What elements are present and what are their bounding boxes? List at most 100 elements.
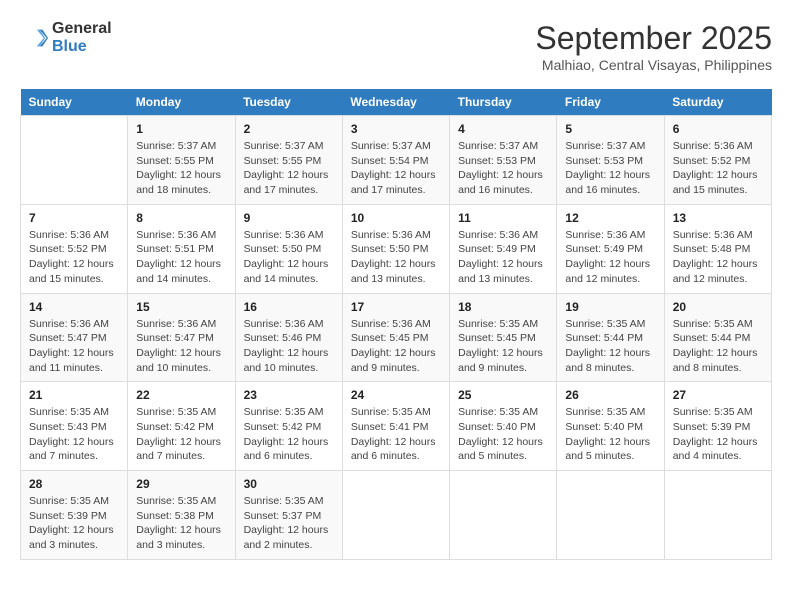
day-number: 1 bbox=[136, 122, 226, 136]
day-cell: 4 Sunrise: 5:37 AM Sunset: 5:53 PM Daylig… bbox=[450, 116, 557, 205]
day-info: Sunrise: 5:35 AM Sunset: 5:39 PM Dayligh… bbox=[673, 405, 763, 464]
day-info: Sunrise: 5:35 AM Sunset: 5:45 PM Dayligh… bbox=[458, 317, 548, 376]
day-number: 17 bbox=[351, 300, 441, 314]
day-cell: 19 Sunrise: 5:35 AM Sunset: 5:44 PM Dayli… bbox=[557, 293, 664, 382]
day-number: 5 bbox=[565, 122, 655, 136]
day-cell: 3 Sunrise: 5:37 AM Sunset: 5:54 PM Daylig… bbox=[342, 116, 449, 205]
day-cell: 21Sunrise: 5:35 AM Sunset: 5:43 PM Dayli… bbox=[21, 382, 128, 471]
logo: General Blue bbox=[20, 20, 112, 56]
day-number: 29 bbox=[136, 477, 226, 491]
day-number: 3 bbox=[351, 122, 441, 136]
day-info: Sunrise: 5:36 AM Sunset: 5:48 PM Dayligh… bbox=[673, 228, 763, 287]
week-row-3: 14 Sunrise: 5:36 AM Sunset: 5:47 PM Dayli… bbox=[21, 293, 772, 382]
day-cell: 16 Sunrise: 5:36 AM Sunset: 5:46 PM Dayli… bbox=[235, 293, 342, 382]
day-number: 30 bbox=[244, 477, 334, 491]
day-cell bbox=[664, 471, 771, 560]
day-cell: 1Sunrise: 5:37 AM Sunset: 5:55 PM Daylig… bbox=[128, 116, 235, 205]
day-cell: 29 Sunrise: 5:35 AM Sunset: 5:38 PM Dayli… bbox=[128, 471, 235, 560]
day-number: 8 bbox=[136, 211, 226, 225]
weekday-header-saturday: Saturday bbox=[664, 89, 771, 116]
day-number: 7 bbox=[29, 211, 119, 225]
day-info: Sunrise: 5:36 AM Sunset: 5:52 PM Dayligh… bbox=[29, 228, 119, 287]
calendar-table: SundayMondayTuesdayWednesdayThursdayFrid… bbox=[20, 89, 772, 560]
day-info: Sunrise: 5:35 AM Sunset: 5:44 PM Dayligh… bbox=[673, 317, 763, 376]
day-cell bbox=[342, 471, 449, 560]
location-subtitle: Malhiao, Central Visayas, Philippines bbox=[535, 57, 772, 73]
day-cell: 17 Sunrise: 5:36 AM Sunset: 5:45 PM Dayli… bbox=[342, 293, 449, 382]
day-cell: 11Sunrise: 5:36 AM Sunset: 5:49 PM Dayli… bbox=[450, 204, 557, 293]
weekday-header-row: SundayMondayTuesdayWednesdayThursdayFrid… bbox=[21, 89, 772, 116]
day-info: Sunrise: 5:36 AM Sunset: 5:50 PM Dayligh… bbox=[351, 228, 441, 287]
day-cell: 24Sunrise: 5:35 AM Sunset: 5:41 PM Dayli… bbox=[342, 382, 449, 471]
day-number: 15 bbox=[136, 300, 226, 314]
day-number: 23 bbox=[244, 388, 334, 402]
page-header: General Blue September 2025 Malhiao, Cen… bbox=[20, 20, 772, 73]
week-row-5: 28Sunrise: 5:35 AM Sunset: 5:39 PM Dayli… bbox=[21, 471, 772, 560]
day-info: Sunrise: 5:36 AM Sunset: 5:51 PM Dayligh… bbox=[136, 228, 226, 287]
day-cell: 7 Sunrise: 5:36 AM Sunset: 5:52 PM Daylig… bbox=[21, 204, 128, 293]
weekday-header-sunday: Sunday bbox=[21, 89, 128, 116]
day-info: Sunrise: 5:35 AM Sunset: 5:44 PM Dayligh… bbox=[565, 317, 655, 376]
day-number: 16 bbox=[244, 300, 334, 314]
day-info: Sunrise: 5:36 AM Sunset: 5:46 PM Dayligh… bbox=[244, 317, 334, 376]
day-number: 27 bbox=[673, 388, 763, 402]
day-info: Sunrise: 5:36 AM Sunset: 5:49 PM Dayligh… bbox=[565, 228, 655, 287]
day-info: Sunrise: 5:37 AM Sunset: 5:53 PM Dayligh… bbox=[458, 139, 548, 198]
day-info: Sunrise: 5:35 AM Sunset: 5:40 PM Dayligh… bbox=[565, 405, 655, 464]
day-cell: 26 Sunrise: 5:35 AM Sunset: 5:40 PM Dayli… bbox=[557, 382, 664, 471]
week-row-1: 1 Sunrise: 5:37 AM Sunset: 5:55 PM Daylig… bbox=[21, 116, 772, 205]
day-cell: 25 Sunrise: 5:35 AM Sunset: 5:40 PM Dayli… bbox=[450, 382, 557, 471]
weekday-header-tuesday: Tuesday bbox=[235, 89, 342, 116]
day-number: 22 bbox=[136, 388, 226, 402]
day-number: 10 bbox=[351, 211, 441, 225]
day-info: Sunrise: 5:36 AM Sunset: 5:47 PM Dayligh… bbox=[136, 317, 226, 376]
day-cell: 12 Sunrise: 5:36 AM Sunset: 5:49 PM Dayli… bbox=[557, 204, 664, 293]
day-info: Sunrise: 5:36 AM Sunset: 5:49 PM Dayligh… bbox=[458, 228, 548, 287]
weekday-header-thursday: Thursday bbox=[450, 89, 557, 116]
day-number: 12 bbox=[565, 211, 655, 225]
weekday-header-monday: Monday bbox=[128, 89, 235, 116]
day-cell bbox=[21, 116, 128, 205]
day-cell: 15 Sunrise: 5:36 AM Sunset: 5:47 PM Dayli… bbox=[128, 293, 235, 382]
day-number: 13 bbox=[673, 211, 763, 225]
day-number: 4 bbox=[458, 122, 548, 136]
week-row-4: 21Sunrise: 5:35 AM Sunset: 5:43 PM Dayli… bbox=[21, 382, 772, 471]
day-info: Sunrise: 5:37 AM Sunset: 5:53 PM Dayligh… bbox=[565, 139, 655, 198]
day-number: 18 bbox=[458, 300, 548, 314]
day-number: 9 bbox=[244, 211, 334, 225]
day-info: Sunrise: 5:35 AM Sunset: 5:40 PM Dayligh… bbox=[458, 405, 548, 464]
title-block: September 2025 Malhiao, Central Visayas,… bbox=[535, 20, 772, 73]
day-info: Sunrise: 5:37 AM Sunset: 5:55 PM Dayligh… bbox=[244, 139, 334, 198]
day-info: Sunrise: 5:35 AM Sunset: 5:43 PM Dayligh… bbox=[29, 405, 119, 464]
day-info: Sunrise: 5:35 AM Sunset: 5:42 PM Dayligh… bbox=[244, 405, 334, 464]
day-info: Sunrise: 5:35 AM Sunset: 5:37 PM Dayligh… bbox=[244, 494, 334, 553]
day-cell: 2Sunrise: 5:37 AM Sunset: 5:55 PM Daylig… bbox=[235, 116, 342, 205]
day-number: 19 bbox=[565, 300, 655, 314]
day-info: Sunrise: 5:35 AM Sunset: 5:41 PM Dayligh… bbox=[351, 405, 441, 464]
day-cell: 27 Sunrise: 5:35 AM Sunset: 5:39 PM Dayli… bbox=[664, 382, 771, 471]
day-number: 28 bbox=[29, 477, 119, 491]
day-number: 26 bbox=[565, 388, 655, 402]
day-number: 14 bbox=[29, 300, 119, 314]
week-row-2: 7 Sunrise: 5:36 AM Sunset: 5:52 PM Daylig… bbox=[21, 204, 772, 293]
day-info: Sunrise: 5:36 AM Sunset: 5:45 PM Dayligh… bbox=[351, 317, 441, 376]
day-info: Sunrise: 5:35 AM Sunset: 5:42 PM Dayligh… bbox=[136, 405, 226, 464]
day-cell: 30 Sunrise: 5:35 AM Sunset: 5:37 PM Dayli… bbox=[235, 471, 342, 560]
day-cell: 8 Sunrise: 5:36 AM Sunset: 5:51 PM Daylig… bbox=[128, 204, 235, 293]
day-cell: 20 Sunrise: 5:35 AM Sunset: 5:44 PM Dayli… bbox=[664, 293, 771, 382]
day-info: Sunrise: 5:37 AM Sunset: 5:54 PM Dayligh… bbox=[351, 139, 441, 198]
day-cell: 23 Sunrise: 5:35 AM Sunset: 5:42 PM Dayli… bbox=[235, 382, 342, 471]
logo-icon bbox=[20, 24, 48, 52]
logo-text: General Blue bbox=[52, 20, 112, 56]
day-cell: 6Sunrise: 5:36 AM Sunset: 5:52 PM Daylig… bbox=[664, 116, 771, 205]
day-number: 25 bbox=[458, 388, 548, 402]
day-cell: 5 Sunrise: 5:37 AM Sunset: 5:53 PM Daylig… bbox=[557, 116, 664, 205]
day-info: Sunrise: 5:36 AM Sunset: 5:47 PM Dayligh… bbox=[29, 317, 119, 376]
day-cell: 18 Sunrise: 5:35 AM Sunset: 5:45 PM Dayli… bbox=[450, 293, 557, 382]
day-number: 20 bbox=[673, 300, 763, 314]
weekday-header-friday: Friday bbox=[557, 89, 664, 116]
day-info: Sunrise: 5:35 AM Sunset: 5:38 PM Dayligh… bbox=[136, 494, 226, 553]
day-cell bbox=[450, 471, 557, 560]
day-cell: 9Sunrise: 5:36 AM Sunset: 5:50 PM Daylig… bbox=[235, 204, 342, 293]
day-cell: 14 Sunrise: 5:36 AM Sunset: 5:47 PM Dayli… bbox=[21, 293, 128, 382]
